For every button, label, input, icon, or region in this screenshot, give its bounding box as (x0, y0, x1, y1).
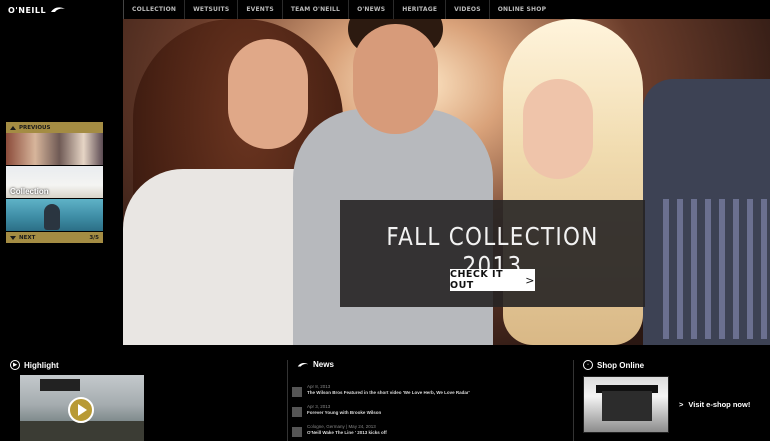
highlight-title: Highlight (24, 360, 59, 370)
news-item[interactable]: Cologne, Germany | May 24, 2013 O'Neill … (292, 424, 562, 441)
news-item[interactable]: Apr 3, 2013 Forever Young with Brooke Wi… (292, 404, 562, 423)
button-label: CHECK IT OUT (450, 269, 504, 291)
news-item[interactable]: Apr 8, 2013 The Wilson Bros Featured in … (292, 384, 562, 403)
hero-photo-person (523, 79, 593, 179)
section-divider (287, 360, 288, 441)
check-it-out-button[interactable]: CHECK IT OUT > (450, 269, 535, 291)
nav-videos[interactable]: VIDEOS (445, 0, 489, 19)
video-scene (40, 379, 80, 391)
shop-scene (602, 391, 652, 421)
thumbnail-caption: Collection (10, 187, 49, 196)
highlight-section-title: ▶ Highlight (10, 360, 59, 370)
visit-eshop-link[interactable]: > Visit e-shop now! (679, 400, 750, 409)
play-circle-icon: ▶ (10, 360, 20, 370)
promo-box: FALL COLLECTION 2013 CHECK IT OUT > (340, 200, 645, 307)
nav-heritage[interactable]: HERITAGE (393, 0, 445, 19)
eshop-link-label: Visit e-shop now! (688, 400, 751, 409)
shop-title: Shop Online (597, 360, 645, 370)
nav-collection[interactable]: COLLECTION (123, 0, 184, 19)
hero-photo-person (663, 199, 770, 339)
nav-events[interactable]: EVENTS (237, 0, 281, 19)
play-button[interactable] (68, 397, 94, 423)
brand-name: O'NEILL (8, 5, 47, 15)
previous-button[interactable]: PREVIOUS (6, 122, 103, 133)
slide-thumbnail[interactable] (6, 133, 103, 166)
wave-icon (297, 362, 309, 366)
news-section-title: News (297, 360, 334, 369)
highlight-video[interactable] (20, 375, 144, 441)
previous-label: PREVIOUS (19, 124, 51, 131)
news-thumbnail (292, 387, 302, 397)
news-headline: O'Neill Wake The Line ' 2013 kicks off (307, 430, 387, 435)
next-button[interactable]: NEXT 3/5 (6, 232, 103, 243)
slide-thumbnail[interactable] (6, 199, 103, 232)
slide-thumbnail[interactable]: Collection (6, 166, 103, 199)
chevron-right-icon: > (525, 273, 535, 287)
news-headline: The Wilson Bros Featured in the short vi… (307, 390, 470, 395)
surfer-figure (44, 204, 60, 230)
main-nav: COLLECTION WETSUITS EVENTS TEAM O'NEILL … (123, 0, 554, 19)
hero-banner[interactable]: FALL COLLECTION 2013 CHECK IT OUT > (123, 19, 770, 345)
news-thumbnail (292, 427, 302, 437)
shop-image[interactable] (583, 376, 669, 433)
slide-thumbnail-panel: PREVIOUS Collection NEXT 3/5 (6, 122, 103, 243)
news-title: News (313, 360, 334, 369)
nav-team-oneill[interactable]: TEAM O'NEILL (281, 0, 348, 19)
chevron-down-icon (10, 235, 16, 240)
news-list: Apr 8, 2013 The Wilson Bros Featured in … (292, 384, 562, 441)
next-label: NEXT (19, 234, 36, 241)
section-divider (573, 360, 574, 441)
chevron-up-icon (10, 125, 16, 130)
wave-logo-icon (51, 7, 66, 12)
nav-wetsuits[interactable]: WETSUITS (184, 0, 237, 19)
chevron-right-icon: > (679, 400, 684, 409)
nav-onews[interactable]: O'NEWS (348, 0, 393, 19)
slide-counter: 3/5 (89, 234, 99, 241)
news-headline: Forever Young with Brooke Wilson (307, 410, 382, 415)
play-icon (77, 404, 87, 416)
oneill-logo[interactable]: O'NEILL (8, 5, 66, 15)
hero-photo-person (353, 24, 438, 134)
shop-section-title: ▫ Shop Online (583, 360, 644, 370)
cart-icon: ▫ (583, 360, 593, 370)
nav-online-shop[interactable]: ONLINE SHOP (488, 0, 554, 19)
hero-photo-person (228, 39, 308, 149)
video-scene (20, 421, 144, 441)
news-thumbnail (292, 407, 302, 417)
